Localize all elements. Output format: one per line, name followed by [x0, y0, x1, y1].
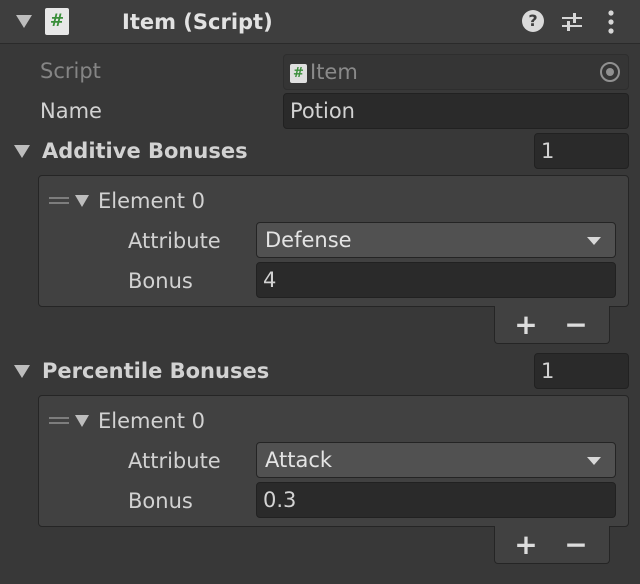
component-title: Item (Script) — [122, 10, 273, 34]
drag-handle-icon[interactable] — [49, 417, 69, 424]
presets-sliders-icon[interactable] — [561, 11, 583, 33]
additive-bonus-input[interactable]: 4 — [256, 262, 616, 298]
additive-size-input[interactable]: 1 — [534, 133, 629, 169]
name-input[interactable]: Potion — [283, 93, 629, 129]
additive-bonus-label: Bonus — [128, 269, 193, 293]
percentile-remove-button[interactable]: − — [562, 531, 590, 559]
script-label: Script — [40, 59, 101, 83]
percentile-size-input[interactable]: 1 — [534, 353, 629, 389]
element-foldout-arrow-icon[interactable] — [75, 195, 89, 207]
more-options-icon[interactable] — [606, 9, 616, 35]
additive-bonuses-label: Additive Bonuses — [42, 139, 248, 163]
percentile-attribute-value: Attack — [265, 448, 333, 472]
additive-foldout-arrow-icon[interactable] — [14, 145, 30, 158]
dropdown-arrow-icon — [587, 237, 601, 245]
percentile-bonus-label: Bonus — [128, 489, 193, 513]
script-field-value: Item — [310, 60, 358, 84]
percentile-bonus-input[interactable]: 0.3 — [256, 482, 616, 518]
object-picker-icon[interactable] — [600, 62, 620, 82]
drag-handle-icon[interactable] — [49, 197, 69, 204]
percentile-bonuses-label: Percentile Bonuses — [42, 359, 270, 383]
percentile-attribute-label: Attribute — [128, 449, 221, 473]
element-foldout-arrow-icon[interactable] — [75, 415, 89, 427]
script-field[interactable]: # Item — [283, 54, 629, 90]
percentile-foldout-arrow-icon[interactable] — [14, 365, 30, 378]
script-file-icon: # — [290, 64, 307, 83]
additive-attribute-value: Defense — [265, 228, 352, 252]
foldout-arrow-icon[interactable] — [16, 15, 32, 28]
percentile-add-button[interactable]: + — [512, 531, 540, 559]
additive-attribute-label: Attribute — [128, 229, 221, 253]
percentile-element-label: Element 0 — [98, 409, 205, 433]
additive-attribute-dropdown[interactable]: Defense — [256, 222, 616, 258]
additive-add-button[interactable]: + — [512, 311, 540, 339]
additive-remove-button[interactable]: − — [562, 311, 590, 339]
component-header — [0, 0, 640, 44]
additive-element-label: Element 0 — [98, 189, 205, 213]
help-icon[interactable]: ? — [522, 10, 544, 32]
script-icon: # — [45, 8, 69, 35]
name-label: Name — [40, 99, 102, 123]
dropdown-arrow-icon — [587, 457, 601, 465]
percentile-attribute-dropdown[interactable]: Attack — [256, 442, 616, 478]
